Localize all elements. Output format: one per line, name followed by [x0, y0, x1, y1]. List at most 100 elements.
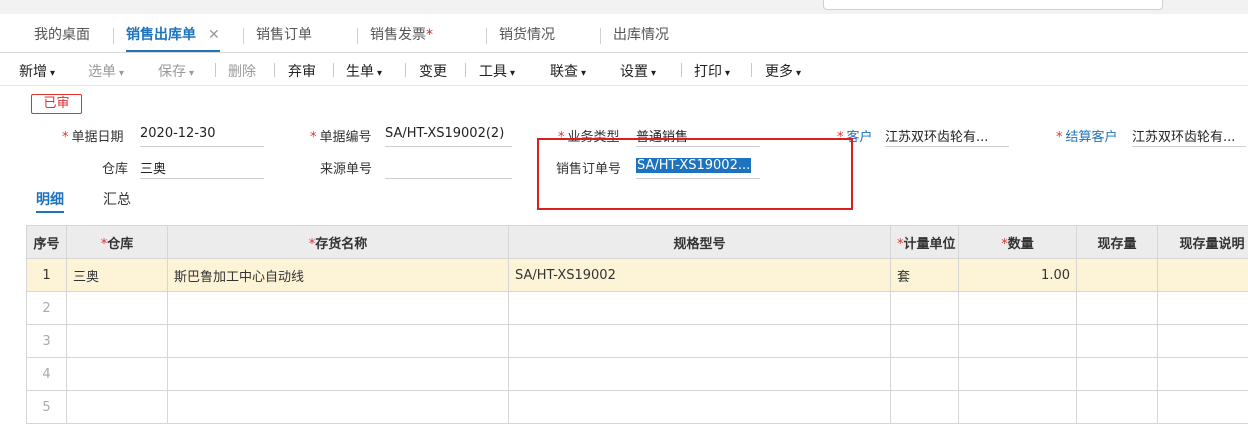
- tab-separator: [600, 28, 601, 44]
- add-button[interactable]: 新增▾: [19, 61, 55, 81]
- tab-sales-status[interactable]: 销货情况: [499, 24, 555, 52]
- cell-warehouse[interactable]: [67, 391, 168, 424]
- chevron-down-icon: ▾: [189, 68, 194, 79]
- cell-spec[interactable]: [509, 358, 891, 391]
- tab-separator: [113, 28, 114, 44]
- cell-item-name[interactable]: 斯巴鲁加工中心自动线: [168, 259, 509, 292]
- close-icon[interactable]: ✕: [208, 27, 220, 43]
- cell-seq: 5: [27, 391, 67, 424]
- generate-button[interactable]: 生单▾: [346, 61, 382, 81]
- doc-no-field[interactable]: SA/HT-XS19002(2): [385, 126, 512, 147]
- cell-spec[interactable]: [509, 292, 891, 325]
- toolbar-separator: [215, 63, 216, 77]
- cell-stock-desc: [1158, 259, 1248, 292]
- tab-separator: [243, 28, 244, 44]
- toolbar-separator: [405, 63, 406, 77]
- chevron-down-icon: ▾: [377, 68, 382, 79]
- cell-stock-desc: [1158, 325, 1248, 358]
- tab-my-desktop[interactable]: 我的桌面: [34, 24, 90, 52]
- search-box-edge[interactable]: [823, 0, 1163, 10]
- link-query-button[interactable]: 联查▾: [550, 61, 586, 81]
- doc-no-label: *单据编号: [310, 126, 372, 145]
- tab-sales-order[interactable]: 销售订单: [256, 24, 312, 52]
- abandon-audit-button[interactable]: 弃审: [288, 61, 316, 81]
- save-button[interactable]: 保存▾: [158, 61, 194, 81]
- cell-stock: [1077, 292, 1158, 325]
- cell-warehouse[interactable]: [67, 292, 168, 325]
- table-row[interactable]: 1 三奥 斯巴鲁加工中心自动线 SA/HT-XS19002 套 1.00: [27, 259, 1248, 292]
- change-button[interactable]: 变更: [419, 61, 447, 81]
- toolbar-separator: [274, 63, 275, 77]
- col-header-stock[interactable]: 现存量: [1077, 226, 1158, 259]
- col-header-item-name[interactable]: *存货名称: [168, 226, 509, 259]
- cell-warehouse[interactable]: [67, 358, 168, 391]
- chevron-down-icon: ▾: [651, 68, 656, 79]
- cell-spec[interactable]: SA/HT-XS19002: [509, 259, 891, 292]
- cell-qty[interactable]: 1.00: [959, 259, 1077, 292]
- tab-sales-outbound[interactable]: 销售出库单✕: [126, 24, 220, 52]
- col-header-unit[interactable]: *计量单位: [891, 226, 959, 259]
- tab-separator: [357, 28, 358, 44]
- cell-unit[interactable]: [891, 391, 959, 424]
- tools-button[interactable]: 工具▾: [479, 61, 515, 81]
- settle-customer-field[interactable]: 江苏双环齿轮有...: [1132, 126, 1246, 147]
- cell-stock: [1077, 259, 1158, 292]
- col-header-warehouse[interactable]: *仓库: [67, 226, 168, 259]
- col-header-spec[interactable]: 规格型号: [509, 226, 891, 259]
- cell-qty[interactable]: [959, 292, 1077, 325]
- chevron-down-icon: ▾: [725, 68, 730, 79]
- cell-stock-desc: [1158, 358, 1248, 391]
- cell-warehouse[interactable]: 三奥: [67, 259, 168, 292]
- tab-detail[interactable]: 明细: [36, 189, 64, 213]
- toolbar-separator: [681, 63, 682, 77]
- cell-qty[interactable]: [959, 325, 1077, 358]
- print-button[interactable]: 打印▾: [694, 61, 730, 81]
- select-button[interactable]: 选单▾: [88, 61, 124, 81]
- detail-grid: 序号 *仓库 *存货名称 规格型号 *计量单位 *数量 现存量 现存量说明 1 …: [26, 225, 1248, 424]
- source-no-label: 来源单号: [320, 158, 372, 177]
- chevron-down-icon: ▾: [581, 68, 586, 79]
- cell-item-name[interactable]: [168, 358, 509, 391]
- cell-qty[interactable]: [959, 358, 1077, 391]
- customer-field[interactable]: 江苏双环齿轮有...: [885, 126, 1009, 147]
- cell-unit[interactable]: [891, 358, 959, 391]
- doc-date-label: *单据日期: [62, 126, 124, 145]
- cell-warehouse[interactable]: [67, 325, 168, 358]
- cell-spec[interactable]: [509, 325, 891, 358]
- cell-item-name[interactable]: [168, 325, 509, 358]
- cell-seq: 1: [27, 259, 67, 292]
- col-header-seq[interactable]: 序号: [27, 226, 67, 259]
- tab-summary[interactable]: 汇总: [103, 189, 131, 209]
- unsaved-mark: *: [426, 27, 433, 43]
- annotation-highlight-box: [537, 138, 853, 210]
- doc-date-field[interactable]: 2020-12-30: [140, 126, 264, 147]
- table-row[interactable]: 3: [27, 325, 1248, 358]
- col-header-stock-desc[interactable]: 现存量说明: [1158, 226, 1248, 259]
- chevron-down-icon: ▾: [796, 68, 801, 79]
- cell-item-name[interactable]: [168, 391, 509, 424]
- chevron-down-icon: ▾: [510, 68, 515, 79]
- cell-item-name[interactable]: [168, 292, 509, 325]
- grid-header-row: 序号 *仓库 *存货名称 规格型号 *计量单位 *数量 现存量 现存量说明: [27, 226, 1248, 259]
- cell-unit[interactable]: [891, 325, 959, 358]
- tab-outbound-status[interactable]: 出库情况: [613, 24, 669, 52]
- cell-spec[interactable]: [509, 391, 891, 424]
- more-button[interactable]: 更多▾: [765, 61, 801, 81]
- settle-customer-label: *结算客户: [1056, 126, 1118, 145]
- cell-qty[interactable]: [959, 391, 1077, 424]
- col-header-qty[interactable]: *数量: [959, 226, 1077, 259]
- table-row[interactable]: 5: [27, 391, 1248, 424]
- warehouse-label: 仓库: [102, 158, 128, 177]
- table-row[interactable]: 4: [27, 358, 1248, 391]
- table-row[interactable]: 2: [27, 292, 1248, 325]
- delete-button[interactable]: 删除: [228, 61, 256, 81]
- source-no-field[interactable]: [385, 158, 512, 179]
- cell-unit[interactable]: [891, 292, 959, 325]
- toolbar-separator: [333, 63, 334, 77]
- settings-button[interactable]: 设置▾: [620, 61, 656, 81]
- tab-sales-invoice[interactable]: 销售发票*: [370, 24, 433, 52]
- toolbar-separator: [751, 63, 752, 77]
- cell-unit[interactable]: 套: [891, 259, 959, 292]
- top-strip: [0, 0, 1248, 14]
- warehouse-field[interactable]: 三奥: [140, 158, 264, 179]
